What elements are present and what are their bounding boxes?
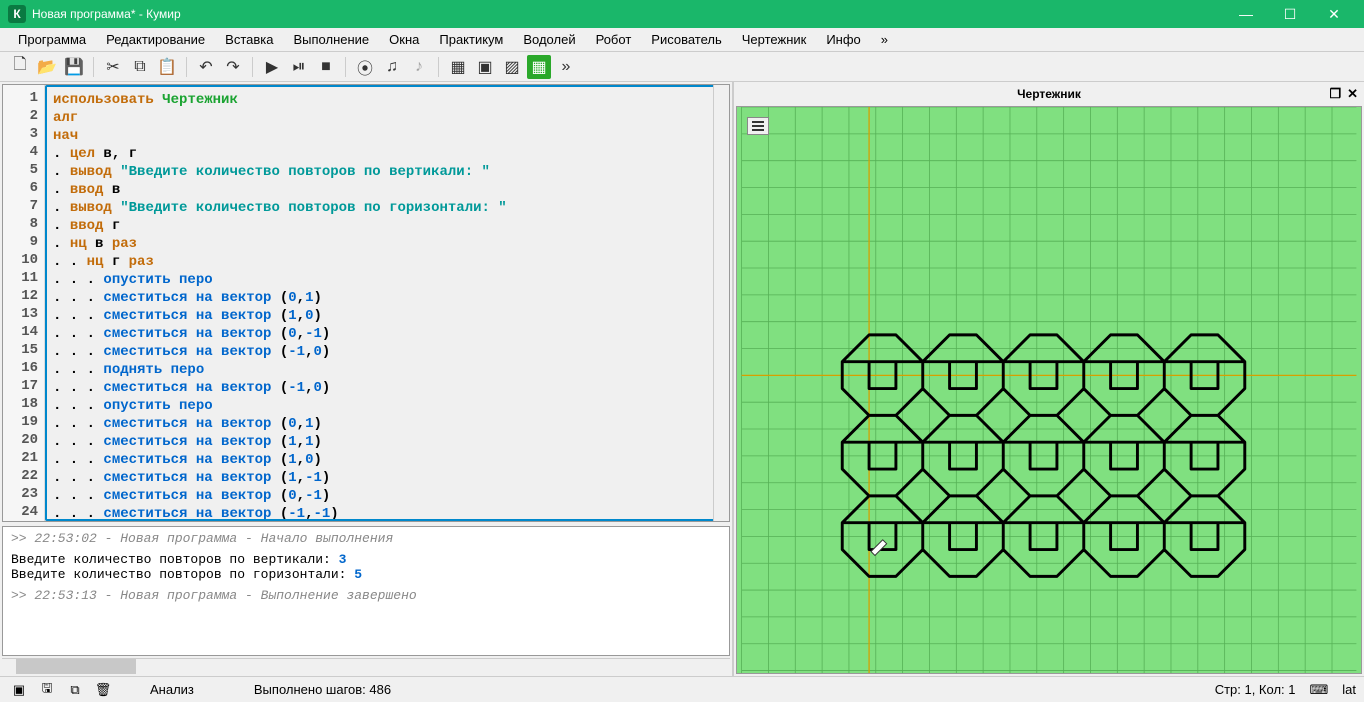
menu-item[interactable]: Инфо	[816, 29, 870, 50]
menu-item[interactable]: Рисователь	[641, 29, 731, 50]
actor-2-icon[interactable]: ♫	[380, 55, 404, 79]
menu-item[interactable]: Выполнение	[283, 29, 379, 50]
toolbar: 🗋 📂 💾 ✂ ⧉ 📋 ↶ ↷ ▶ ⏯ ■ ⦿ ♫ ♪ ▦ ▣ ▨ ▦ »	[0, 52, 1364, 82]
status-cursor-pos: Стр: 1, Кол: 1	[1215, 682, 1296, 697]
status-delete-icon[interactable]: 🗑	[92, 680, 114, 700]
panel-1-icon[interactable]: ▦	[446, 55, 470, 79]
menu-item[interactable]: Практикум	[429, 29, 513, 50]
toolbar-overflow-icon[interactable]: »	[554, 55, 578, 79]
canvas-restore-icon[interactable]: ❐	[1329, 86, 1341, 102]
console-line-1: Введите количество повторов по вертикали…	[11, 552, 721, 567]
menu-item[interactable]: Вставка	[215, 29, 283, 50]
menu-item[interactable]: Редактирование	[96, 29, 215, 50]
menu-item[interactable]: Робот	[586, 29, 642, 50]
canvas-menu-icon[interactable]	[747, 117, 769, 135]
menu-item[interactable]: Программа	[8, 29, 96, 50]
status-lang[interactable]: lat	[1342, 682, 1356, 697]
panel-2-icon[interactable]: ▣	[473, 55, 497, 79]
copy-icon[interactable]: ⧉	[128, 55, 152, 79]
console-line-2: Введите количество повторов по горизонта…	[11, 567, 721, 582]
status-console-icon[interactable]: ▣	[8, 680, 30, 700]
canvas-title-bar: Чертежник ❐ ✕	[736, 84, 1362, 104]
menu-item[interactable]: Водолей	[513, 29, 585, 50]
step-icon[interactable]: ⏯	[287, 55, 311, 79]
undo-icon[interactable]: ↶	[194, 55, 218, 79]
drawing-svg	[737, 107, 1361, 673]
console[interactable]: >> 22:53:02 - Новая программа - Начало в…	[2, 526, 730, 656]
window-title: Новая программа* - Кумир	[32, 7, 1224, 21]
cut-icon[interactable]: ✂	[101, 55, 125, 79]
status-save-icon[interactable]: 🖫	[36, 680, 58, 700]
code-area[interactable]: использовать Чертежникалгнач. цел в, г. …	[45, 85, 729, 521]
new-file-icon[interactable]: 🗋	[8, 55, 32, 79]
save-file-icon[interactable]: 💾	[62, 55, 86, 79]
run-icon[interactable]: ▶	[260, 55, 284, 79]
menu-item[interactable]: »	[871, 29, 898, 50]
menu-item[interactable]: Чертежник	[732, 29, 817, 50]
panel-3-icon[interactable]: ▨	[500, 55, 524, 79]
horizontal-scrollbar[interactable]	[2, 658, 730, 674]
canvas-close-icon[interactable]: ✕	[1347, 86, 1358, 102]
drawing-canvas[interactable]	[736, 106, 1362, 674]
open-file-icon[interactable]: 📂	[35, 55, 59, 79]
status-copy-icon[interactable]: ⧉	[64, 680, 86, 700]
close-button[interactable]: ✕	[1312, 0, 1356, 28]
minimize-button[interactable]: —	[1224, 0, 1268, 28]
canvas-title: Чертежник	[1017, 87, 1081, 101]
paste-icon[interactable]: 📋	[155, 55, 179, 79]
status-steps: Выполнено шагов: 486	[254, 682, 391, 697]
menu-item[interactable]: Окна	[379, 29, 429, 50]
app-icon: К	[8, 5, 26, 23]
panel-4-icon[interactable]: ▦	[527, 55, 551, 79]
actor-1-icon[interactable]: ⦿	[353, 55, 377, 79]
titlebar: К Новая программа* - Кумир — ☐ ✕	[0, 0, 1364, 28]
maximize-button[interactable]: ☐	[1268, 0, 1312, 28]
editor-scrollbar[interactable]	[713, 85, 729, 521]
console-end-ts: >> 22:53:13 - Новая программа - Выполнен…	[11, 588, 721, 603]
statusbar: ▣ 🖫 ⧉ 🗑 Анализ Выполнено шагов: 486 Стр:…	[0, 676, 1364, 702]
console-start-ts: >> 22:53:02 - Новая программа - Начало в…	[11, 531, 721, 546]
line-number-gutter: 123456789101112131415161718192021222324	[3, 85, 45, 521]
code-editor[interactable]: 123456789101112131415161718192021222324 …	[2, 84, 730, 522]
menubar: ПрограммаРедактированиеВставкаВыполнение…	[0, 28, 1364, 52]
redo-icon[interactable]: ↷	[221, 55, 245, 79]
stop-icon[interactable]: ■	[314, 55, 338, 79]
status-analysis: Анализ	[150, 682, 194, 697]
status-keyboard-icon[interactable]: ⌨	[1310, 682, 1329, 698]
actor-3-icon[interactable]: ♪	[407, 55, 431, 79]
